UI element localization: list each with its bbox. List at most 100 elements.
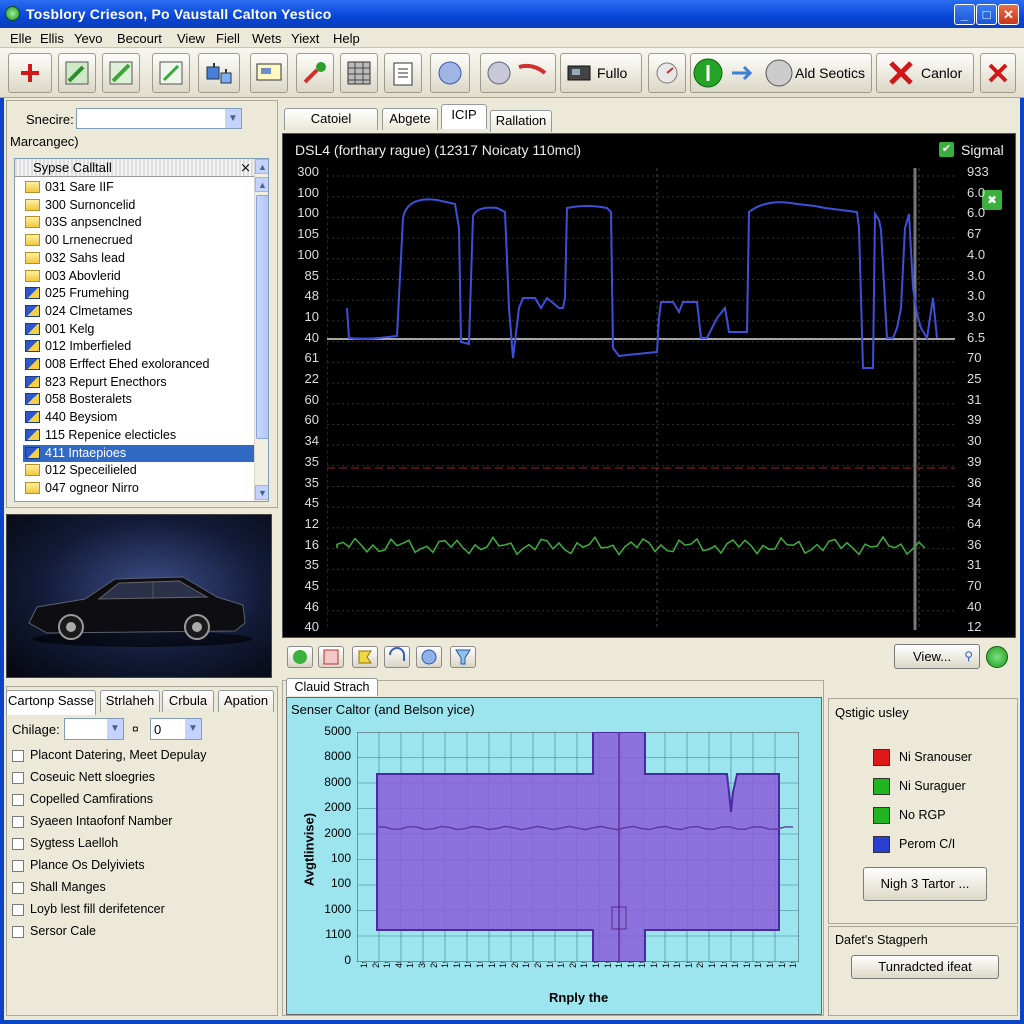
network-button[interactable] bbox=[198, 53, 240, 93]
go-icon[interactable] bbox=[986, 646, 1008, 668]
scroll-up-icon[interactable]: ▲ bbox=[255, 159, 268, 174]
tree-item-label: 003 Abovlerid bbox=[45, 268, 121, 283]
tree-item[interactable]: 031 Sare IIF bbox=[23, 179, 259, 196]
tree-item[interactable]: 025 Frumehing bbox=[23, 285, 259, 302]
filter-button[interactable] bbox=[450, 646, 476, 668]
right-tick-label: 3.0 bbox=[967, 308, 986, 324]
report-button[interactable] bbox=[384, 53, 422, 93]
signal-checkbox[interactable]: ✔ bbox=[939, 142, 954, 157]
tree-item[interactable]: 024 Clmetames bbox=[23, 303, 259, 320]
option-checkbox[interactable] bbox=[12, 860, 24, 872]
left-tick-label: 85 bbox=[304, 267, 319, 283]
tree-item-label: 024 Clmetames bbox=[45, 303, 133, 318]
connect-button[interactable] bbox=[58, 53, 96, 93]
option-checkbox[interactable] bbox=[12, 838, 24, 850]
add-button[interactable] bbox=[8, 53, 52, 93]
tunradcted-button[interactable]: Tunradcted ifeat bbox=[851, 955, 999, 979]
menu-item[interactable]: Becourt bbox=[117, 31, 162, 46]
diagnose-button[interactable] bbox=[102, 53, 140, 93]
tab-general-search[interactable]: Catoiel Cerench bbox=[284, 108, 378, 146]
y-tick-label: 8000 bbox=[324, 774, 351, 789]
scroll-thumb[interactable] bbox=[256, 195, 268, 439]
tree-item[interactable]: 012 Speceilieled bbox=[23, 462, 259, 479]
legend-title: Qstigic usley bbox=[835, 705, 909, 720]
close-button[interactable]: ✕ bbox=[998, 4, 1019, 25]
left-tick-label: 45 bbox=[304, 495, 319, 511]
tree-item[interactable]: 823 Repurt Enecthors bbox=[23, 374, 259, 391]
chevron-down-icon[interactable]: ▼ bbox=[107, 719, 123, 739]
tab-apation[interactable]: Apation bbox=[218, 690, 274, 712]
option-checkbox[interactable] bbox=[12, 794, 24, 806]
cancel-button[interactable]: Canlor bbox=[876, 53, 974, 93]
option-checkbox[interactable] bbox=[12, 882, 24, 894]
record-button[interactable] bbox=[318, 646, 344, 668]
navigate-button[interactable] bbox=[480, 53, 556, 93]
minimize-button[interactable]: _ bbox=[954, 4, 975, 25]
tree-item[interactable]: 300 Surnoncelid bbox=[23, 197, 259, 214]
refresh-button[interactable] bbox=[384, 646, 410, 668]
tree-item[interactable]: 440 Beysiom bbox=[23, 409, 259, 426]
network-scan-button[interactable] bbox=[416, 646, 442, 668]
option-checkbox[interactable] bbox=[12, 750, 24, 762]
menu-item[interactable]: Elle bbox=[10, 31, 32, 46]
film-button[interactable] bbox=[340, 53, 378, 93]
menu-item[interactable]: Yiext bbox=[291, 31, 319, 46]
tab-icip[interactable]: ICIP bbox=[441, 104, 487, 129]
globe-button[interactable] bbox=[430, 53, 470, 93]
option-checkbox[interactable] bbox=[12, 904, 24, 916]
timer-button[interactable] bbox=[648, 53, 686, 93]
tree-item[interactable]: 411 Intaepioes bbox=[23, 444, 259, 462]
option-checkbox[interactable] bbox=[12, 816, 24, 828]
tab-crbula[interactable]: Crbula bbox=[162, 690, 214, 712]
chevron-down-icon[interactable]: ▼ bbox=[225, 109, 241, 128]
option-checkbox[interactable] bbox=[12, 926, 24, 938]
tree-item[interactable]: 001 Kelg bbox=[23, 321, 259, 338]
tree-item[interactable]: 03S anpsenclned bbox=[23, 214, 259, 231]
view-button[interactable]: View... ⚲ bbox=[894, 644, 980, 669]
marker-button[interactable] bbox=[352, 646, 378, 668]
tree-item[interactable]: 058 Bosteralets bbox=[23, 391, 259, 408]
menu-item[interactable]: Yevo bbox=[74, 31, 102, 46]
legend-swatch bbox=[873, 749, 890, 766]
folder-icon bbox=[25, 198, 40, 211]
chevron-down-icon[interactable]: ▼ bbox=[185, 719, 201, 739]
tree-item[interactable]: 115 Repenice electicles bbox=[23, 427, 259, 444]
zoom-in-button[interactable] bbox=[287, 646, 313, 668]
menu-item[interactable]: Help bbox=[333, 31, 360, 46]
tree-item[interactable]: 008 Erffect Ehed exoloranced bbox=[23, 356, 259, 373]
option-checkbox[interactable] bbox=[12, 772, 24, 784]
menu-item[interactable]: Wets bbox=[252, 31, 281, 46]
tree-item[interactable]: 032 Sahs lead bbox=[23, 250, 259, 267]
plug-button[interactable] bbox=[296, 53, 334, 93]
add-sections-button[interactable]: Ald Seotics bbox=[690, 53, 872, 93]
menu-item[interactable]: Fiell bbox=[216, 31, 240, 46]
monitor-button[interactable] bbox=[250, 53, 288, 93]
change-label: Chilage: bbox=[12, 722, 60, 737]
tree-item[interactable]: 00 Lrnenecrued bbox=[23, 232, 259, 249]
fullo-button[interactable]: Fullo bbox=[560, 53, 642, 93]
tree-scrollbar[interactable]: ▲ ▲ ▼ bbox=[254, 159, 268, 501]
tree-view[interactable]: Sypse Calltall ⨯ 031 Sare IIF 300 Surnonc… bbox=[14, 158, 269, 502]
change-select[interactable]: ▼ bbox=[64, 718, 124, 740]
right-tick-label: 36 bbox=[967, 536, 982, 552]
right-tick-label: 3.0 bbox=[967, 288, 986, 304]
close-toolbar-button[interactable] bbox=[980, 53, 1016, 93]
tab-cartonp-sasse[interactable]: Cartonp Sasse bbox=[6, 690, 96, 715]
tab-abgete[interactable]: Abgete bbox=[382, 108, 438, 130]
scroll-down-icon[interactable]: ▼ bbox=[255, 485, 268, 500]
tab-clauid-strach[interactable]: Clauid Strach bbox=[286, 678, 378, 696]
scroll-up-icon[interactable]: ▲ bbox=[255, 177, 268, 192]
menu-item[interactable]: Ellis bbox=[40, 31, 64, 46]
tree-item[interactable]: 047 ogneor Nirro bbox=[23, 480, 259, 497]
tree-item[interactable]: 012 Imberfieled bbox=[23, 338, 259, 355]
maximize-button[interactable]: □ bbox=[976, 4, 997, 25]
tree-item[interactable]: 003 Abovlerid bbox=[23, 268, 259, 285]
step-select[interactable]: 0 ▼ bbox=[150, 718, 202, 740]
tab-rallation[interactable]: Rallation bbox=[490, 110, 552, 132]
menu-item[interactable]: View bbox=[177, 31, 205, 46]
search-select[interactable]: ▼ bbox=[76, 108, 242, 129]
tab-strlaheh[interactable]: Strlaheh bbox=[100, 690, 160, 712]
edit-button[interactable] bbox=[152, 53, 190, 93]
nigh-tartor-button[interactable]: Nigh 3 Tartor ... bbox=[863, 867, 987, 901]
close-icon[interactable]: ⨯ bbox=[240, 159, 251, 176]
